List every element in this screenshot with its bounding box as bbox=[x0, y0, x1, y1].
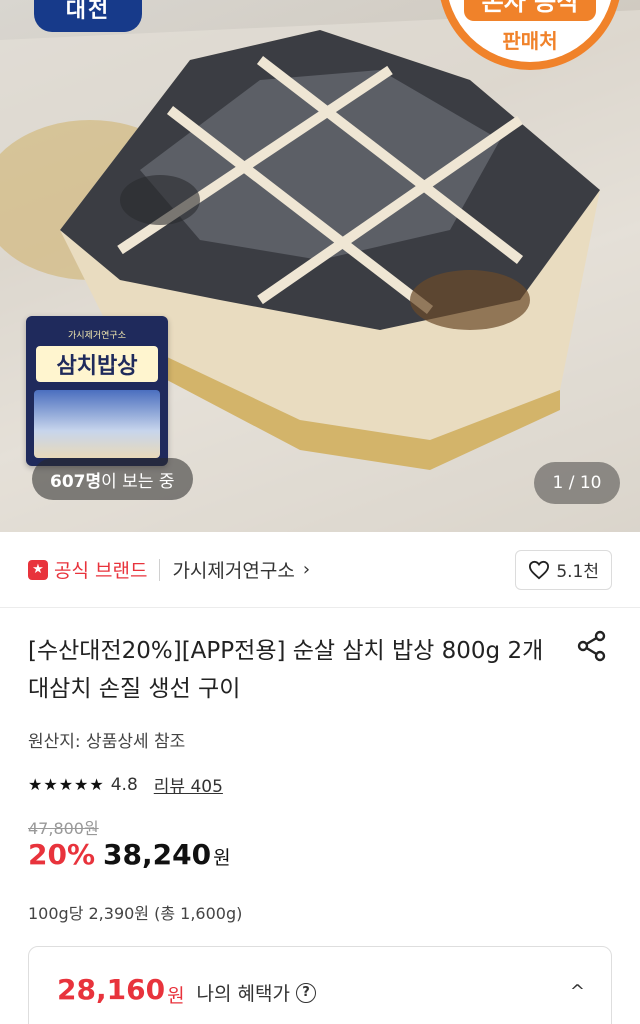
package-subtitle: 가시제거연구소 bbox=[68, 331, 126, 341]
chevron-up-icon[interactable]: ^ bbox=[570, 981, 585, 1002]
official-badge-bottom-text: 판매처 bbox=[502, 29, 558, 53]
sale-price-currency: 원 bbox=[213, 847, 231, 869]
price-row: 20% 38,240 원 bbox=[28, 838, 231, 871]
benefit-currency: 원 bbox=[167, 985, 185, 1007]
official-badge-top-text: 본사 공식 bbox=[463, 0, 597, 21]
unit-price: 100g당 2,390원 (총 1,600g) bbox=[28, 904, 243, 923]
origin-info: 원산지: 상품상세 참조 bbox=[28, 732, 186, 752]
viewers-count: 607명 bbox=[50, 471, 102, 492]
discount-rate: 20% bbox=[28, 838, 96, 871]
rating-row: ★★★★★ 4.8 리뷰 405 bbox=[28, 772, 223, 798]
package-title: 삼치밥상 bbox=[36, 346, 158, 382]
divider bbox=[159, 558, 161, 581]
benefit-price: 28,160 bbox=[57, 973, 166, 1006]
star-icon: ★ bbox=[28, 559, 48, 580]
benefit-label-group: 나의 혜택가 ? bbox=[197, 979, 316, 1006]
live-viewers-badge: 607명 이 보는 중 bbox=[32, 458, 193, 500]
seller-link[interactable]: 가시제거연구소 › bbox=[172, 556, 310, 583]
share-button[interactable] bbox=[574, 628, 610, 664]
official-brand-tag: ★ 공식 브랜드 bbox=[28, 556, 147, 583]
brand-logo-text: 대전 bbox=[65, 0, 111, 23]
official-brand-label: 공식 브랜드 bbox=[54, 560, 148, 582]
like-button[interactable]: 5.1천 bbox=[515, 549, 612, 590]
viewers-suffix: 이 보는 중 bbox=[101, 471, 175, 492]
sale-price: 38,240 bbox=[103, 838, 212, 871]
brand-row: ★ 공식 브랜드 가시제거연구소 › 5.1천 bbox=[0, 532, 640, 608]
original-price: 47,800원 bbox=[28, 819, 99, 838]
product-title: [수산대전20%][APP전용] 순살 삼치 밥상 800g 2개 대삼치 손질… bbox=[28, 638, 544, 702]
review-link[interactable]: 리뷰 405 bbox=[154, 772, 223, 797]
my-benefit-price-panel[interactable]: 28,160 원 나의 혜택가 ? ^ bbox=[28, 946, 612, 1024]
brand-logo: 대전 bbox=[34, 0, 142, 32]
like-count: 5.1천 bbox=[556, 562, 599, 582]
share-icon bbox=[577, 630, 606, 662]
seller-name: 가시제거연구소 bbox=[172, 560, 295, 582]
package-image: 가시제거연구소 삼치밥상 bbox=[26, 316, 168, 466]
product-image-carousel[interactable]: 대전 본사 공식 판매처 가시제거연구소 삼치밥상 607명 이 보는 중 1 /… bbox=[0, 0, 640, 532]
chevron-right-icon: › bbox=[302, 559, 311, 580]
help-icon[interactable]: ? bbox=[296, 982, 316, 1003]
heart-icon bbox=[529, 560, 550, 579]
star-rating-icon: ★★★★★ bbox=[28, 775, 105, 794]
package-illustration bbox=[34, 390, 160, 458]
benefit-label: 나의 혜택가 bbox=[196, 983, 290, 1005]
image-page-counter: 1 / 10 bbox=[534, 462, 620, 504]
rating-value: 4.8 bbox=[110, 774, 138, 795]
